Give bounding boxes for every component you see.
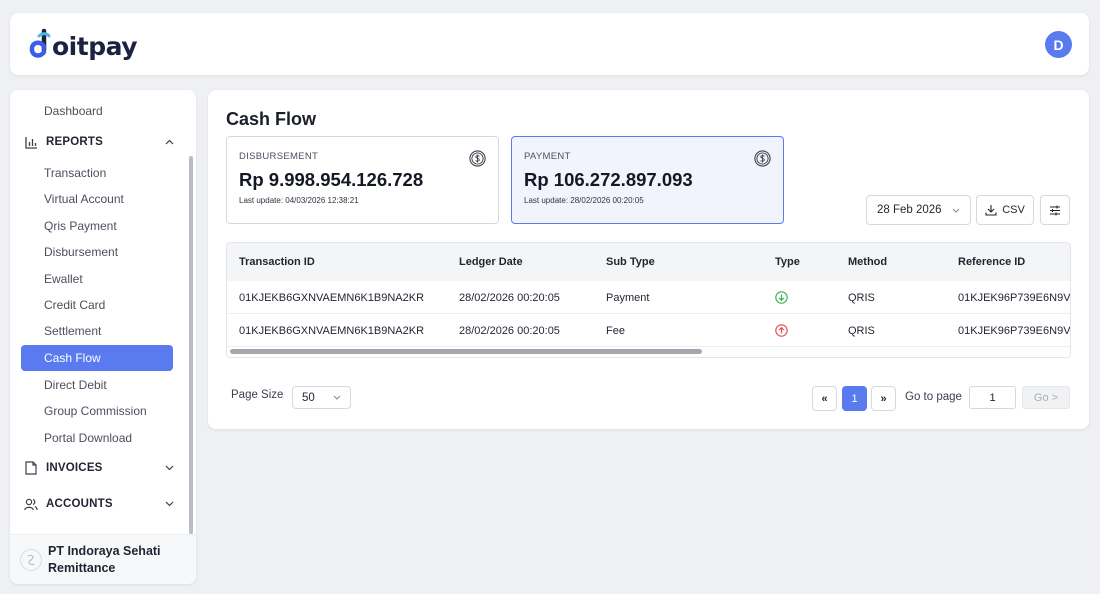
cell-transaction-id: 01KJEKB6GXNVAEMN6K1B9NA2KR [239,324,425,337]
chevron-down-icon [164,499,174,509]
sliders-icon [1050,205,1060,215]
page-size-value: 50 [302,391,315,404]
date-filter-value: 28 Feb 2026 [877,204,942,216]
cash-flow-table: Transaction ID Ledger Date Sub Type Type… [226,242,1071,358]
date-filter-select[interactable]: 28 Feb 2026 [866,195,971,225]
scrollbar-thumb[interactable] [230,349,702,354]
page-button-current[interactable]: 1 [842,386,867,411]
sidebar-item-transaction[interactable]: Transaction [21,160,173,186]
column-header-reference-id[interactable]: Reference ID [958,243,1025,281]
dollar-circle-icon [754,150,771,167]
sidebar-item-settlement[interactable]: Settlement [21,318,173,344]
table-row[interactable]: 01KJEKB6GXNVAEMN6K1B9NA2KR 28/02/2026 00… [227,314,1070,347]
cell-method: QRIS [848,324,875,337]
sidebar-section-invoices[interactable]: INVOICES [24,456,174,480]
logo[interactable]: oitpay [27,27,138,63]
cell-sub-type: Payment [606,291,650,304]
sidebar-item-ewallet[interactable]: Ewallet [21,266,173,292]
card-label: PAYMENT [524,151,571,162]
cell-ledger-date: 28/02/2026 00:20:05 [459,291,560,304]
company-logo-icon [20,548,42,571]
dollar-circle-icon [469,150,486,167]
goto-page-label: Go to page [905,391,962,403]
sidebar-item-cash-flow[interactable]: Cash Flow [21,345,173,371]
avatar[interactable]: D [1045,31,1072,58]
sidebar-item-portal-download[interactable]: Portal Download [21,425,173,451]
payment-card[interactable]: PAYMENT Rp 106.272.897.093 Last update: … [511,136,784,224]
filter-settings-button[interactable] [1040,195,1070,225]
sidebar-item-virtual-account[interactable]: Virtual Account [21,186,173,212]
page-size-select[interactable]: 50 [292,386,351,409]
table-row[interactable]: 01KJEKB6GXNVAEMN6K1B9NA2KR 28/02/2026 00… [227,281,1070,314]
first-page-button[interactable]: « [812,386,837,411]
disbursement-card[interactable]: DISBURSEMENT Rp 9.998.954.126.728 Last u… [226,136,499,224]
sidebar-section-label: REPORTS [46,136,103,148]
users-icon [24,497,38,511]
sidebar-section-label: ACCOUNTS [46,498,113,510]
sidebar-scrollbar[interactable] [189,156,193,534]
page-size-label: Page Size [231,389,284,401]
card-last-update: Last update: 04/03/2026 12:38:21 [239,196,359,205]
cell-type [775,314,788,347]
cell-sub-type: Fee [606,324,625,337]
card-value: Rp 106.272.897.093 [524,169,693,190]
company-name-line1: PT Indoraya Sehati [48,543,161,558]
sidebar-item-disbursement[interactable]: Disbursement [21,239,173,265]
sidebar-section-label: INVOICES [46,462,103,474]
go-button[interactable]: Go > [1022,386,1070,409]
column-header-type[interactable]: Type [775,243,800,281]
cell-reference-id: 01KJEK96P739E6N9VEM [958,324,1071,337]
sidebar-item-group-commission[interactable]: Group Commission [21,398,173,424]
chevron-down-icon [164,463,174,473]
last-page-button[interactable]: » [871,386,896,411]
cell-type [775,281,788,314]
column-header-sub-type[interactable]: Sub Type [606,243,655,281]
cell-transaction-id: 01KJEKB6GXNVAEMN6K1B9NA2KR [239,291,425,304]
table-header: Transaction ID Ledger Date Sub Type Type… [227,243,1070,281]
main-panel: Cash Flow DISBURSEMENT Rp 9.998.954.126.… [208,90,1089,429]
csv-label: CSV [1002,204,1025,216]
bar-chart-icon [24,135,38,149]
download-icon [985,205,997,216]
page-title: Cash Flow [226,109,317,129]
company-name-line2: Remittance [48,560,116,575]
chevron-down-icon [952,205,960,215]
company-name: PT Indoraya Sehati Remittance [48,543,161,577]
card-last-update: Last update: 28/02/2026 00:20:05 [524,196,644,205]
company-switcher[interactable]: PT Indoraya Sehati Remittance [10,534,196,584]
goto-page-input[interactable]: 1 [969,386,1016,409]
card-value: Rp 9.998.954.126.728 [239,169,424,190]
cell-reference-id: 01KJEK96P739E6N9VEM [958,291,1071,304]
chevron-down-icon [333,393,341,402]
card-label: DISBURSEMENT [239,151,319,162]
column-header-transaction-id[interactable]: Transaction ID [239,243,315,281]
csv-download-button[interactable]: CSV [976,195,1034,225]
logo-mark-icon [27,28,53,62]
sidebar-item-dashboard[interactable]: Dashboard [21,98,173,124]
column-header-ledger-date[interactable]: Ledger Date [459,243,523,281]
cell-ledger-date: 28/02/2026 00:20:05 [459,324,560,337]
sidebar-section-reports[interactable]: REPORTS [24,130,174,154]
cell-method: QRIS [848,291,875,304]
sidebar-section-accounts[interactable]: ACCOUNTS [24,492,174,516]
sidebar-item-qris-payment[interactable]: Qris Payment [21,213,173,239]
document-icon [24,461,38,475]
chevron-up-icon [164,137,174,147]
arrow-up-circle-icon [775,324,788,337]
arrow-down-circle-icon [775,291,788,304]
sidebar-item-direct-debit[interactable]: Direct Debit [21,372,173,398]
sidebar-item-credit-card[interactable]: Credit Card [21,292,173,318]
sidebar: Dashboard REPORTS Transaction Virtual Ac… [10,90,196,584]
logo-text: oitpay [52,31,138,61]
table-horizontal-scrollbar[interactable] [227,347,1070,357]
top-bar: oitpay D [10,13,1089,75]
column-header-method[interactable]: Method [848,243,887,281]
